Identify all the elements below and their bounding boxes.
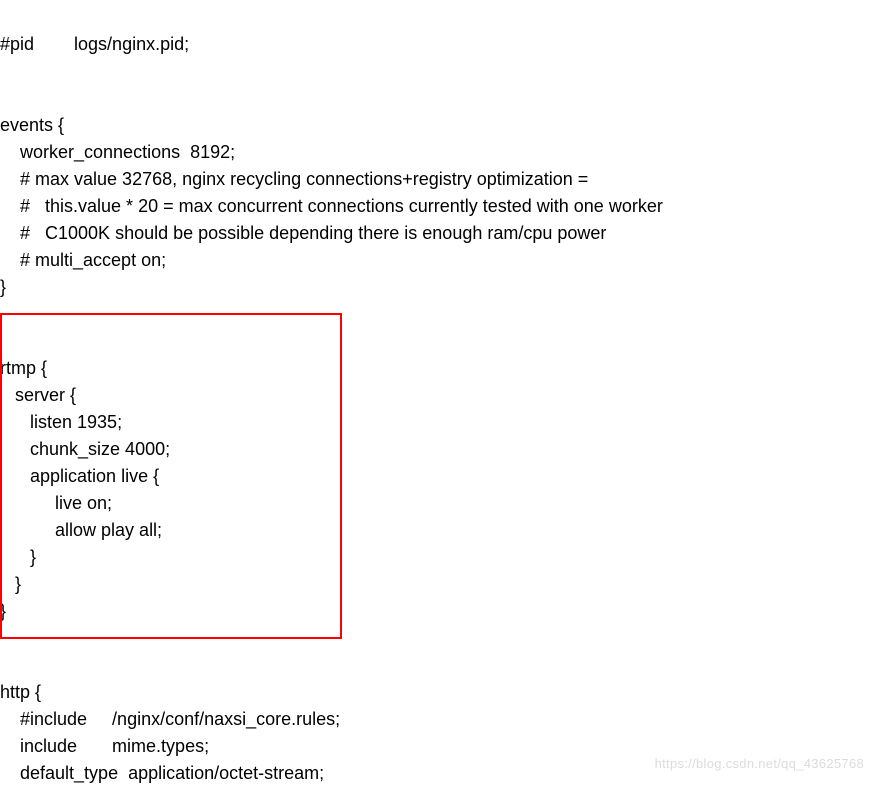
code-line: #include /nginx/conf/naxsi_core.rules; xyxy=(0,709,340,729)
code-line: include mime.types; xyxy=(0,736,209,756)
code-line: chunk_size 4000; xyxy=(0,439,170,459)
code-line: #pid logs/nginx.pid; xyxy=(0,34,189,54)
code-line: } xyxy=(0,574,21,594)
code-line: application live { xyxy=(0,466,159,486)
code-line: } xyxy=(0,277,6,297)
code-line: listen 1935; xyxy=(0,412,122,432)
code-line: } xyxy=(0,547,36,567)
code-line: live on; xyxy=(0,493,112,513)
config-code-block: #pid logs/nginx.pid; events { worker_con… xyxy=(0,0,876,787)
code-line: allow play all; xyxy=(0,520,162,540)
code-line: # max value 32768, nginx recycling conne… xyxy=(0,169,593,189)
code-line: events { xyxy=(0,115,64,135)
code-line: rtmp { xyxy=(0,358,47,378)
watermark-text: https://blog.csdn.net/qq_43625768 xyxy=(655,756,864,771)
code-line: http { xyxy=(0,682,41,702)
code-line: worker_connections 8192; xyxy=(0,142,235,162)
code-line: } xyxy=(0,601,6,621)
code-line: server { xyxy=(0,385,76,405)
code-line: # multi_accept on; xyxy=(0,250,166,270)
code-line: # C1000K should be possible depending th… xyxy=(0,223,606,243)
code-line: default_type application/octet-stream; xyxy=(0,763,324,783)
code-line: # this.value * 20 = max concurrent conne… xyxy=(0,196,663,216)
